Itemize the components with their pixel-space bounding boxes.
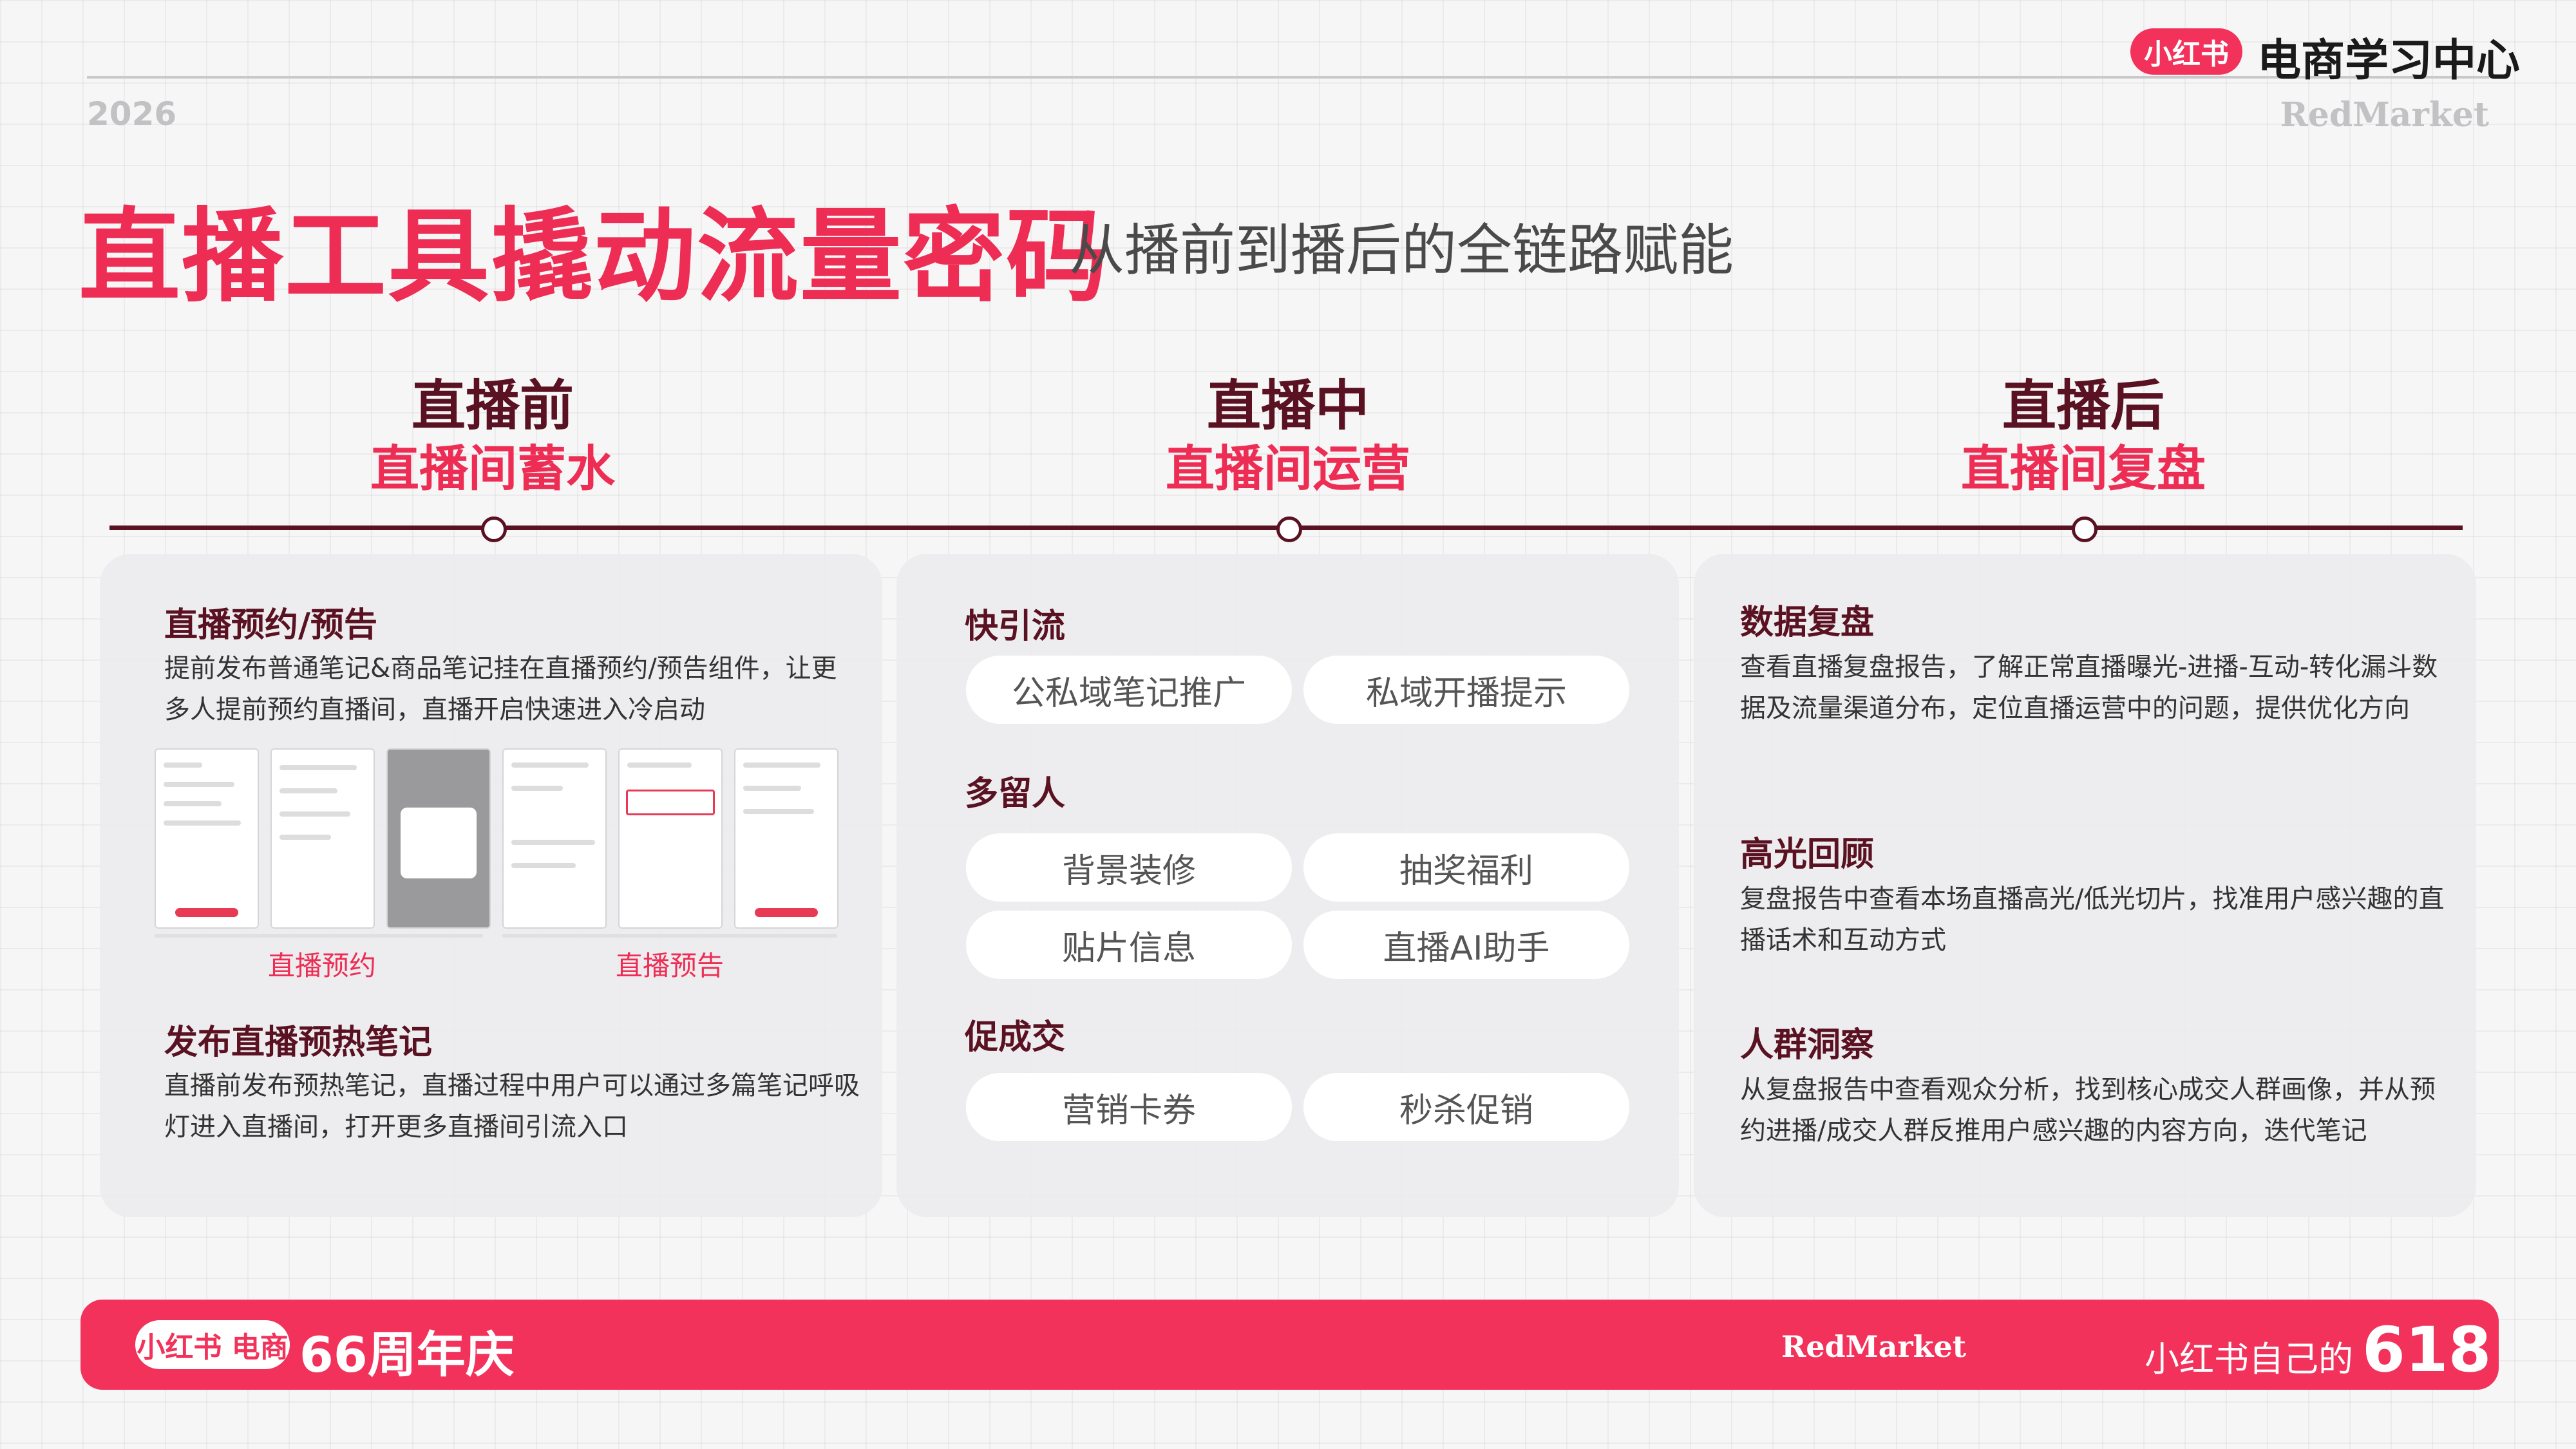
section-body-data-review: 查看直播复盘报告，了解正常直播曝光-进播-互动-转化漏斗数据及流量渠道分布，定位… <box>1740 652 2438 723</box>
tool-pill: 直播AI助手 <box>1303 911 1629 979</box>
screenshot-label-reservation: 直播预约 <box>267 950 376 981</box>
stage-before-sub: 直播间蓄水 <box>370 440 615 497</box>
timeline-dot-after <box>2072 516 2098 542</box>
timeline-dot-during <box>1276 516 1302 542</box>
stage-after-name: 直播后 <box>2002 374 2164 437</box>
tool-pill: 抽奖福利 <box>1303 833 1629 902</box>
page-subtitle: 从播前到播后的全链路赋能 <box>1069 218 1734 283</box>
footer-slogan-number: 618 <box>2362 1314 2492 1386</box>
section-title-data-review: 数据复盘 <box>1740 603 1875 642</box>
group-title-conversion: 促成交 <box>965 1018 1066 1057</box>
screenshot-thumb <box>386 748 491 929</box>
stage-after: 直播后 直播间复盘 <box>1761 374 2405 500</box>
screenshot-group-base <box>155 934 483 938</box>
footer-logo-pill: 小红书 电商 <box>135 1320 290 1369</box>
screenshot-thumb <box>502 748 607 929</box>
screenshot-thumb <box>618 748 723 929</box>
redmarket-wordmark: RedMarket <box>2280 95 2489 135</box>
learning-center-name: 电商学习中心 <box>2257 35 2521 86</box>
screenshot-label-preview: 直播预告 <box>615 950 724 981</box>
footer-anniversary: 66周年庆 <box>299 1326 515 1383</box>
tool-pill: 贴片信息 <box>966 911 1292 979</box>
footer-brand: RedMarket <box>1781 1329 1967 1364</box>
tool-pill: 营销卡券 <box>966 1073 1292 1141</box>
section-title-reservation: 直播预约/预告 <box>164 606 377 645</box>
screenshot-thumb <box>734 748 838 929</box>
tool-pill: 背景装修 <box>966 833 1292 902</box>
timeline-dot-before <box>481 516 507 542</box>
section-body-reservation: 提前发布普通笔记&商品笔记挂在直播预约/预告组件，让更多人提前预约直播间，直播开… <box>164 654 837 724</box>
stage-after-sub: 直播间复盘 <box>1961 440 2206 497</box>
section-title-audience: 人群洞察 <box>1740 1026 1875 1065</box>
tool-pill: 私域开播提示 <box>1303 656 1629 724</box>
year-label: 2026 <box>87 95 177 133</box>
stage-during: 直播中 直播间运营 <box>966 374 1610 500</box>
section-title-highlight: 高光回顾 <box>1740 835 1875 874</box>
footer-slogan-prefix: 小红书自己的 <box>2145 1339 2353 1379</box>
group-title-traffic: 快引流 <box>965 607 1066 646</box>
page-title: 直播工具撬动流量密码 <box>79 198 1109 316</box>
footer-slogan: 小红书自己的 618 <box>2145 1314 2491 1386</box>
section-body-highlight: 复盘报告中查看本场直播高光/低光切片，找准用户感兴趣的直播话术和互动方式 <box>1740 884 2445 955</box>
section-title-warmup: 发布直播预热笔记 <box>164 1023 433 1062</box>
screenshot-thumb <box>270 748 375 929</box>
tool-pill: 公私域笔记推广 <box>966 656 1292 724</box>
screenshot-group-base <box>502 934 837 938</box>
xiaohongshu-logo: 小红书 <box>2130 28 2242 75</box>
section-body-audience: 从复盘报告中查看观众分析，找到核心成交人群画像，并从预约进播/成交人群反推用户感… <box>1740 1075 2436 1146</box>
header-rule <box>87 76 2489 79</box>
stage-before-name: 直播前 <box>411 374 574 437</box>
stage-during-name: 直播中 <box>1206 374 1369 437</box>
stage-during-sub: 直播间运营 <box>1166 440 1410 497</box>
group-title-retention: 多留人 <box>965 775 1066 813</box>
screenshot-thumb <box>155 748 259 929</box>
stage-before: 直播前 直播间蓄水 <box>171 374 815 500</box>
section-body-warmup: 直播前发布预热笔记，直播过程中用户可以通过多篇笔记呼吸灯进入直播间，打开更多直播… <box>164 1071 860 1142</box>
tool-pill: 秒杀促销 <box>1303 1073 1629 1141</box>
